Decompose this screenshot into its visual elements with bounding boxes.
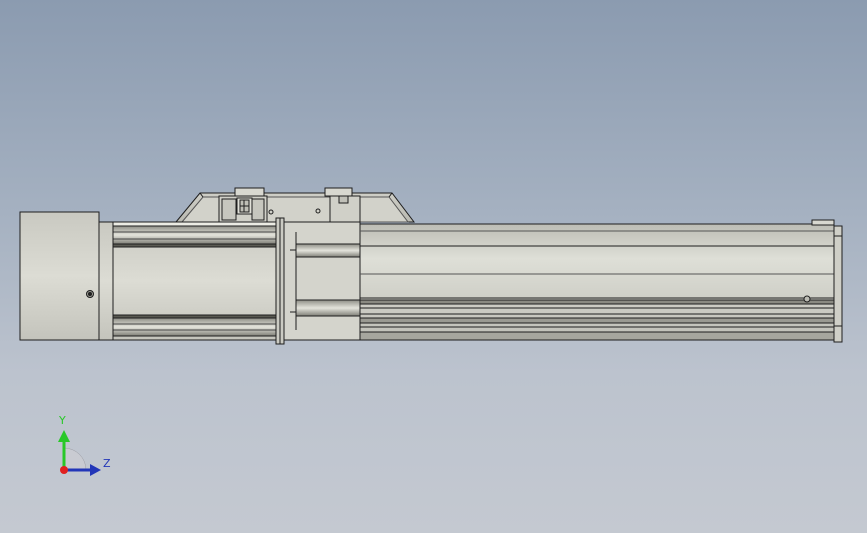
triad-quarter-disc [63,447,87,471]
triad-z-label: Z [103,457,111,470]
motor-body [98,221,284,341]
x-axis-dot [60,466,68,474]
triad-y-label: Y [59,414,66,427]
view-orientation-triad[interactable] [58,430,101,476]
carriage-plate [174,192,416,223]
cad-viewport[interactable]: Y Z [0,0,867,533]
linear-rail [359,223,835,341]
coupling-flange [275,217,361,345]
linear-actuator-model[interactable] [0,0,867,533]
